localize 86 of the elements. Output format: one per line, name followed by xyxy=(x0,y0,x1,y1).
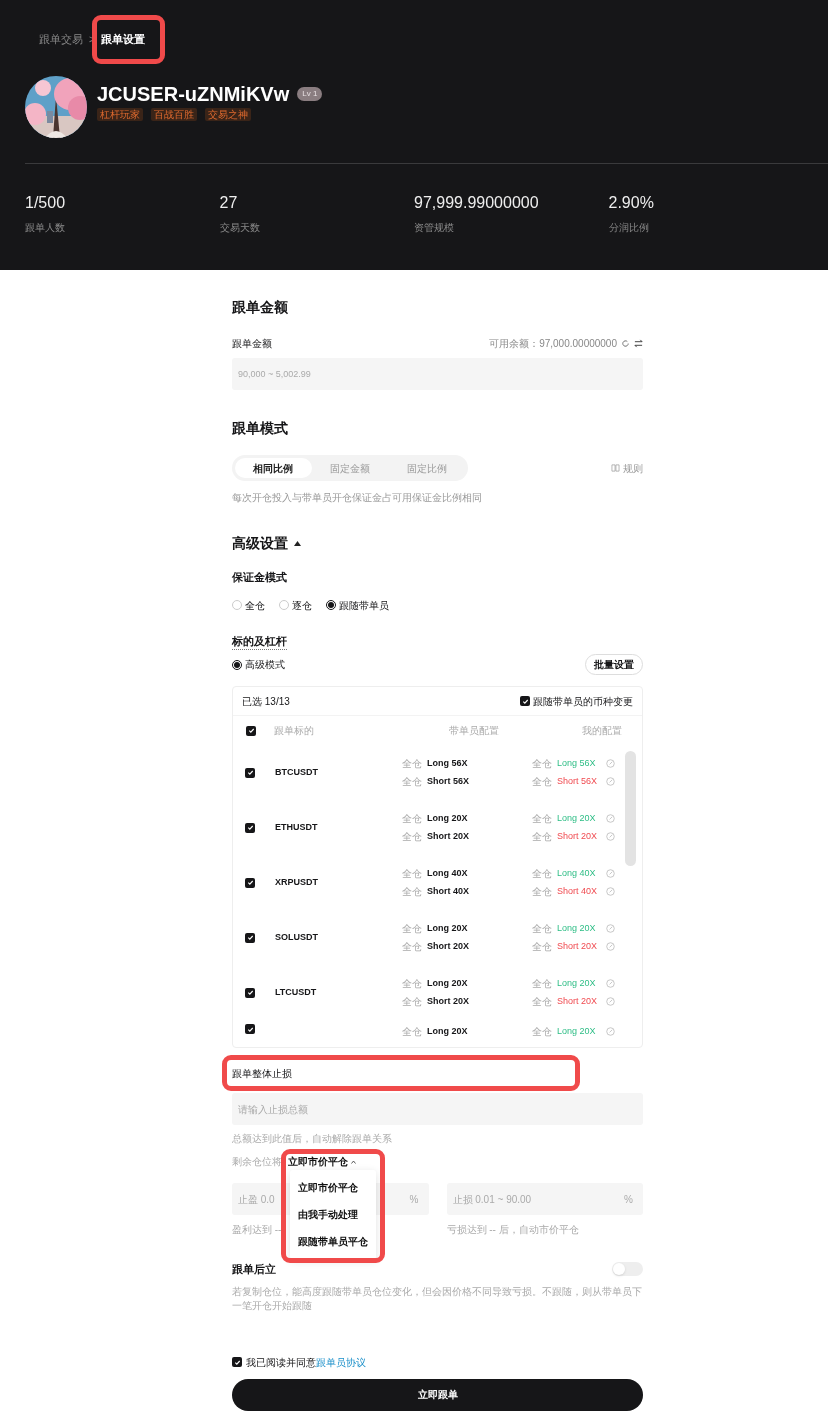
mode-description: 每次开仓投入与带单员开仓保证金占可用保证金比例相同 xyxy=(232,491,483,505)
symbol-name: XRPUSDT xyxy=(275,875,319,889)
stat-value: 2.90% xyxy=(608,192,655,213)
radio-label: 高级模式 xyxy=(245,658,285,672)
subsection-title: 标的及杠杆 xyxy=(232,632,287,650)
radio-label: 跟随带单员 xyxy=(339,598,389,613)
symbol-name: ETHUSDT xyxy=(275,820,319,834)
column-header: 跟单标的 xyxy=(274,724,315,738)
leverage-value: Long 20X xyxy=(557,921,597,935)
margin-mode: 全仓 xyxy=(402,977,422,991)
symbol-name: SOLUSDT xyxy=(275,930,319,944)
leverage-value: Long 20X xyxy=(427,1024,469,1038)
level-badge: Lv 1 xyxy=(297,87,323,101)
margin-mode: 全仓 xyxy=(532,757,552,771)
leverage-value: Long 20X xyxy=(427,921,469,935)
margin-mode: 全仓 xyxy=(402,757,422,771)
leverage-value: Long 40X xyxy=(427,866,469,880)
leverage-value: Short 20X xyxy=(557,939,599,953)
leverage-value: Short 20X xyxy=(427,994,470,1008)
user-tag: 交易之神 xyxy=(205,108,251,121)
subsection-title: 保证金模式 xyxy=(232,570,288,585)
section-label: 跟单整体止损 xyxy=(232,1066,292,1081)
margin-mode: 全仓 xyxy=(402,1025,422,1039)
margin-mode: 全仓 xyxy=(532,775,552,789)
hint-text: 总额达到此值后，自动解除跟单关系 xyxy=(232,1132,393,1146)
leverage-value: Long 20X xyxy=(557,811,597,825)
symbol-name: LTCUSDT xyxy=(275,985,318,999)
margin-mode: 全仓 xyxy=(402,922,422,936)
user-tag: 杠杆玩家 xyxy=(97,108,143,121)
leverage-value: Short 40X xyxy=(427,884,470,898)
margin-mode: 全仓 xyxy=(532,830,552,844)
margin-mode: 全仓 xyxy=(402,867,422,881)
leverage-value: Short 20X xyxy=(427,829,470,843)
stat-value: 97,999.99000000 xyxy=(414,192,540,213)
hint-text: 盈利达到 -- xyxy=(232,1223,283,1237)
stat-label: 分润比例 xyxy=(608,220,650,235)
leverage-value: Long 20X xyxy=(557,1024,597,1038)
agreement-text: 我已阅读并同意 xyxy=(246,1355,316,1370)
margin-mode: 全仓 xyxy=(532,977,552,991)
leverage-value: Long 56X xyxy=(557,756,597,770)
stat-label: 资管规模 xyxy=(414,220,455,235)
section-title: 跟单金额 xyxy=(232,298,289,317)
margin-mode: 全仓 xyxy=(402,830,422,844)
leverage-value: Short 20X xyxy=(557,994,599,1008)
leverage-value: Long 56X xyxy=(427,756,469,770)
hint-text: 亏损达到 -- 后，自动市价平仓 xyxy=(446,1223,580,1237)
user-name: JCUSER-uZNMiKVw xyxy=(97,84,290,104)
symbol-name: BTCUSDT xyxy=(275,765,319,779)
column-header: 带单员配置 xyxy=(448,724,499,738)
margin-mode: 全仓 xyxy=(532,1025,552,1039)
selected-count: 已选 13/13 xyxy=(242,694,290,709)
margin-mode: 全仓 xyxy=(402,885,422,899)
margin-mode: 全仓 xyxy=(532,812,552,826)
field-label: 跟单金额 xyxy=(232,337,272,351)
section-title: 高级设置 xyxy=(232,534,288,553)
radio-label: 逐仓 xyxy=(292,598,312,613)
leverage-value: Short 20X xyxy=(427,939,470,953)
margin-mode: 全仓 xyxy=(402,775,422,789)
balance-text: 可用余额：97,000.00000000 xyxy=(489,337,617,351)
margin-mode: 全仓 xyxy=(532,885,552,899)
user-tag: 百战百胜 xyxy=(151,108,197,121)
leverage-value: Long 20X xyxy=(427,976,469,990)
column-header: 我的配置 xyxy=(582,724,622,738)
margin-mode: 全仓 xyxy=(532,922,552,936)
stat-value: 1/500 xyxy=(25,192,67,213)
section-label: 跟单后立 xyxy=(232,1262,276,1277)
leverage-value: Short 40X xyxy=(557,884,599,898)
hint-text: 剩余仓位将 xyxy=(232,1155,282,1169)
leverage-value: Long 20X xyxy=(427,811,469,825)
margin-mode: 全仓 xyxy=(532,867,552,881)
checkbox-label: 跟随带单员的币种变更 xyxy=(533,694,633,709)
stat-label: 交易天数 xyxy=(219,220,261,235)
leverage-value: Long 20X xyxy=(557,976,597,990)
leverage-value: Short 56X xyxy=(557,774,599,788)
margin-mode: 全仓 xyxy=(402,995,422,1009)
leverage-value: Short 56X xyxy=(427,774,470,788)
leverage-value: Long 40X xyxy=(557,866,597,880)
margin-mode: 全仓 xyxy=(402,940,422,954)
leverage-value: Short 20X xyxy=(557,829,599,843)
margin-mode: 全仓 xyxy=(532,995,552,1009)
section-title: 跟单模式 xyxy=(232,419,289,438)
stat-value: 27 xyxy=(219,192,239,213)
margin-mode: 全仓 xyxy=(532,940,552,954)
margin-mode: 全仓 xyxy=(402,812,422,826)
stat-label: 跟单人数 xyxy=(25,220,66,235)
radio-label: 全仓 xyxy=(245,598,265,613)
